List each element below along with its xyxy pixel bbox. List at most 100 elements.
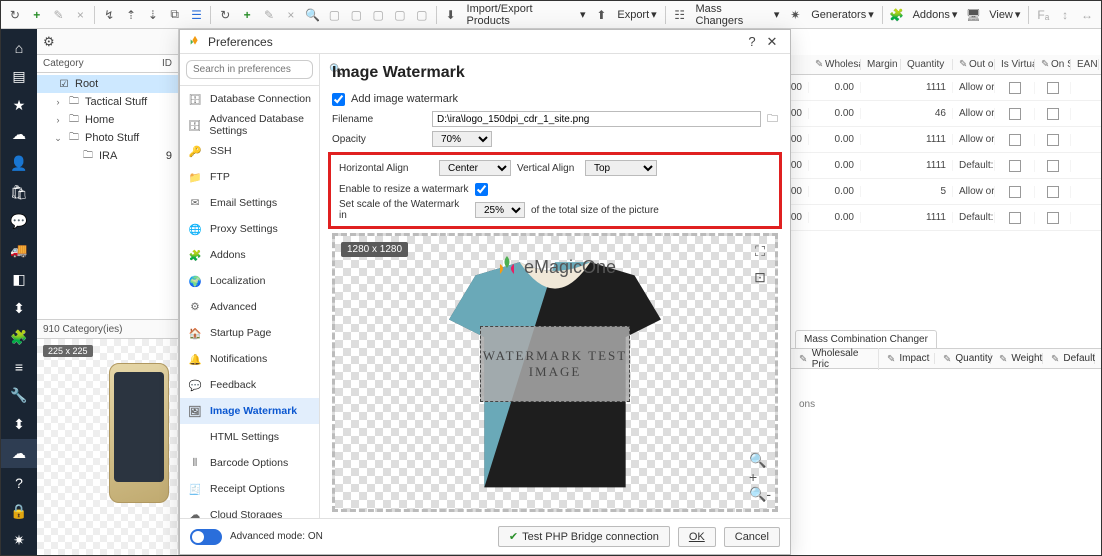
table-row[interactable]: 000.001111Default: De [791, 205, 1101, 231]
delete2-icon[interactable]: × [281, 5, 301, 25]
rail-chart-icon[interactable]: ⬍ [1, 294, 37, 323]
sidebar-item-ssh[interactable]: 🔑SSH [180, 138, 319, 164]
sidebar-item-notifications[interactable]: 🔔Notifications [180, 346, 319, 372]
virtual-checkbox[interactable] [1009, 212, 1021, 224]
halign-select[interactable]: Center [439, 160, 511, 176]
tree-tactical[interactable]: ›🗀Tactical Stuff [37, 93, 178, 111]
addons-button[interactable]: Addons ▾ [909, 8, 962, 21]
sidebar-item-proxy-settings[interactable]: 🌐Proxy Settings [180, 216, 319, 242]
virtual-checkbox[interactable] [1009, 82, 1021, 94]
search-box[interactable]: 🔍 [186, 60, 313, 79]
rail-sliders-icon[interactable]: ≡ [1, 352, 37, 381]
table-row[interactable]: 000.0046Allow orde [791, 101, 1101, 127]
refresh2-icon[interactable]: ↻ [215, 5, 235, 25]
rail-bag-icon[interactable]: 🛍 [1, 178, 37, 207]
search-input[interactable] [193, 64, 325, 75]
sidebar-item-advanced-database-settings[interactable]: 🗄Advanced Database Settings [180, 112, 319, 138]
virtual-checkbox[interactable] [1009, 160, 1021, 172]
resize-checkbox[interactable] [475, 183, 488, 196]
sidebar-item-html-settings[interactable]: HTML Settings [180, 424, 319, 450]
puzzle-icon[interactable]: 🧩 [887, 5, 907, 25]
add-icon[interactable]: + [27, 5, 47, 25]
rail-cloud-icon[interactable]: ☁ [1, 120, 37, 149]
onsale-checkbox[interactable] [1047, 82, 1059, 94]
scale-select[interactable]: 25% [475, 202, 525, 218]
gen-icon[interactable]: ✷ [785, 5, 805, 25]
virtual-checkbox[interactable] [1009, 186, 1021, 198]
sidebar-item-startup-page[interactable]: 🏠Startup Page [180, 320, 319, 346]
onsale-checkbox[interactable] [1047, 212, 1059, 224]
expand-icon[interactable]: ⛶ [749, 240, 771, 262]
rail-settings-icon[interactable]: ✷ [1, 526, 37, 555]
tab-mass-combination[interactable]: Mass Combination Changer [795, 330, 937, 348]
filename-input[interactable] [432, 111, 761, 127]
copy-icon[interactable]: ⧉ [165, 5, 185, 25]
rail-user-icon[interactable]: 👤 [1, 149, 37, 178]
download-icon[interactable]: ⬇ [441, 5, 461, 25]
sidebar-item-ftp[interactable]: 📁FTP [180, 164, 319, 190]
box1-icon[interactable]: ▢ [325, 5, 345, 25]
view-button[interactable]: View ▾ [985, 8, 1024, 21]
virtual-checkbox[interactable] [1009, 134, 1021, 146]
ok-button[interactable]: OK [678, 527, 716, 547]
onsale-checkbox[interactable] [1047, 134, 1059, 146]
sidebar-item-cloud-storages[interactable]: ☁Cloud Storages [180, 502, 319, 518]
close-icon[interactable]: ✕ [762, 34, 782, 50]
rail-wrench-icon[interactable]: 🔧 [1, 381, 37, 410]
table-row[interactable]: 000.001111Default: De [791, 153, 1101, 179]
sidebar-item-email-settings[interactable]: ✉Email Settings [180, 190, 319, 216]
onsale-checkbox[interactable] [1047, 186, 1059, 198]
onsale-checkbox[interactable] [1047, 108, 1059, 120]
shuffle-icon[interactable]: ↯ [99, 5, 119, 25]
rail-chart2-icon[interactable]: ⬍ [1, 410, 37, 439]
table-row[interactable]: 000.001111Allow orde [791, 127, 1101, 153]
mass-changers-button[interactable]: Mass Changers ▾ [692, 3, 784, 27]
virtual-checkbox[interactable] [1009, 108, 1021, 120]
browse-icon[interactable]: 🗀 [767, 110, 778, 129]
zoom-out-icon[interactable]: 🔍- [749, 483, 771, 505]
table-row[interactable]: 000.001111Allow orde [791, 75, 1101, 101]
sidebar-item-advanced[interactable]: ⚙Advanced [180, 294, 319, 320]
sort-asc-icon[interactable]: ⇡ [121, 5, 141, 25]
sidebar-item-addons[interactable]: 🧩Addons [180, 242, 319, 268]
gear-icon[interactable]: ⚙ [43, 34, 55, 50]
rail-star-icon[interactable]: ★ [1, 91, 37, 120]
advanced-mode-toggle[interactable] [190, 529, 222, 545]
opacity-select[interactable]: 70% [432, 131, 492, 147]
mass-icon[interactable]: ☷ [670, 5, 690, 25]
edit-icon[interactable]: ✎ [49, 5, 69, 25]
cancel-button[interactable]: Cancel [724, 527, 780, 547]
tree-home[interactable]: ›🗀Home [37, 111, 178, 129]
export-button[interactable]: Export ▾ [613, 8, 660, 21]
box2-icon[interactable]: ▢ [346, 5, 366, 25]
upload-icon[interactable]: ⬆ [592, 5, 612, 25]
rail-help-icon[interactable]: ? [1, 468, 37, 497]
import-export-button[interactable]: Import/Export Products ▾ [463, 3, 590, 27]
help-icon[interactable]: ? [742, 34, 762, 49]
rail-panel-icon[interactable]: ◧ [1, 265, 37, 294]
sidebar-item-localization[interactable]: 🌍Localization [180, 268, 319, 294]
search-icon[interactable]: 🔍 [303, 5, 323, 25]
table-row[interactable]: 000.005Allow orde [791, 179, 1101, 205]
zoom-in-icon[interactable]: 🔍+ [749, 457, 771, 479]
delete-icon[interactable]: × [70, 5, 90, 25]
generators-button[interactable]: Generators ▾ [807, 8, 878, 21]
list-icon[interactable]: ☰ [187, 5, 207, 25]
sort-desc-icon[interactable]: ⇣ [143, 5, 163, 25]
rail-catalog-icon[interactable]: ▤ [1, 62, 37, 91]
sidebar-item-feedback[interactable]: 💬Feedback [180, 372, 319, 398]
box4-icon[interactable]: ▢ [390, 5, 410, 25]
focus-icon[interactable]: ⊡ [749, 266, 771, 288]
valign-select[interactable]: Top [585, 160, 657, 176]
rail-lock-icon[interactable]: 🔒 [1, 497, 37, 526]
sidebar-item-database-connection[interactable]: 🗄Database Connection [180, 86, 319, 112]
rail-puzzle-icon[interactable]: 🧩 [1, 323, 37, 352]
tree-root[interactable]: ☑Root [37, 75, 178, 93]
rail-chat-icon[interactable]: 💬 [1, 207, 37, 236]
monitor-icon[interactable]: 🖥 [963, 5, 983, 25]
sidebar-item-receipt-options[interactable]: 🧾Receipt Options [180, 476, 319, 502]
rail-home-icon[interactable]: ⌂ [1, 33, 37, 62]
rail-box-icon[interactable]: ☁ [1, 439, 37, 468]
add-watermark-checkbox[interactable] [332, 93, 345, 106]
tree-photo[interactable]: ⌄🗀Photo Stuff [37, 129, 178, 147]
